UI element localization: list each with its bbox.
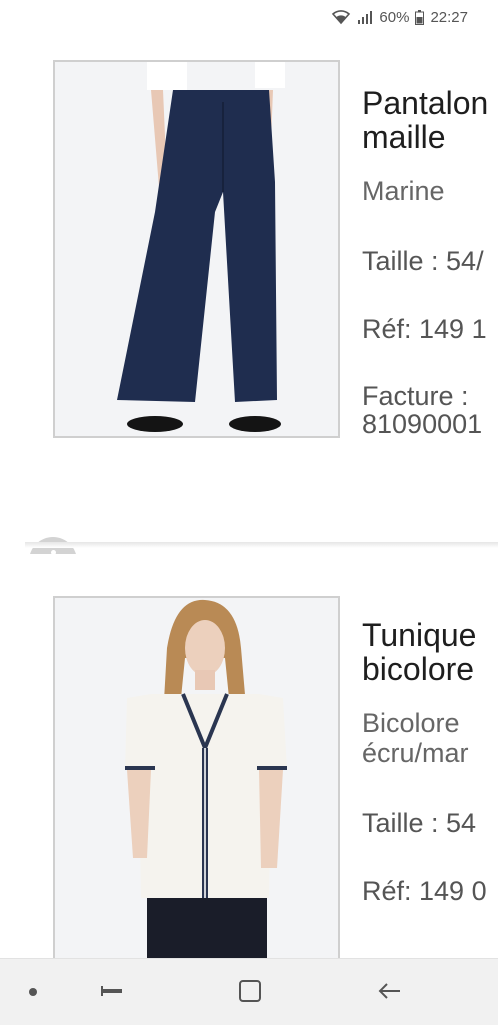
battery-icon — [415, 9, 425, 25]
card-divider — [25, 542, 498, 548]
product-image-pants[interactable] — [53, 60, 340, 438]
product-image-tunic[interactable] — [53, 596, 340, 960]
status-bar: 60% 22:27 — [0, 0, 498, 34]
product-color-line2: écru/mar — [362, 738, 469, 768]
back-icon[interactable] — [374, 977, 404, 1005]
recents-icon[interactable] — [98, 977, 126, 1005]
product-color: Marine — [362, 176, 445, 206]
product-color-line1: Bicolore — [362, 708, 460, 738]
battery-percent: 60% — [379, 8, 410, 26]
invoice-number: 81090001 — [362, 409, 483, 439]
product-ref: Réf: 149 0 — [362, 876, 487, 906]
invoice-label: Facture : — [362, 381, 469, 411]
nav-dot-icon[interactable] — [29, 988, 37, 996]
product-size: Taille : 54/ — [362, 246, 484, 276]
more-dot-icon — [50, 549, 56, 554]
product-title-line1: Tunique — [362, 617, 477, 653]
home-icon[interactable] — [236, 977, 264, 1005]
product-info: Tunique bicolore Bicolore écru/mar Taill… — [362, 618, 487, 906]
product-info: Pantalon maille Marine Taille : 54/ Réf:… — [362, 86, 488, 438]
product-card[interactable]: Pantalon maille Marine Taille : 54/ Réf:… — [0, 34, 498, 554]
product-size: Taille : 54 — [362, 808, 477, 838]
status-time: 22:27 — [430, 8, 468, 26]
product-title-line2: bicolore — [362, 651, 475, 687]
product-title-line2: maille — [362, 119, 446, 155]
product-card[interactable]: Tunique bicolore Bicolore écru/mar Taill… — [0, 560, 498, 960]
product-title-line1: Pantalon — [362, 85, 489, 121]
product-ref: Réf: 149 1 — [362, 314, 487, 344]
wifi-icon — [331, 9, 351, 25]
navigation-bar — [0, 958, 498, 1025]
signal-icon — [357, 10, 373, 24]
